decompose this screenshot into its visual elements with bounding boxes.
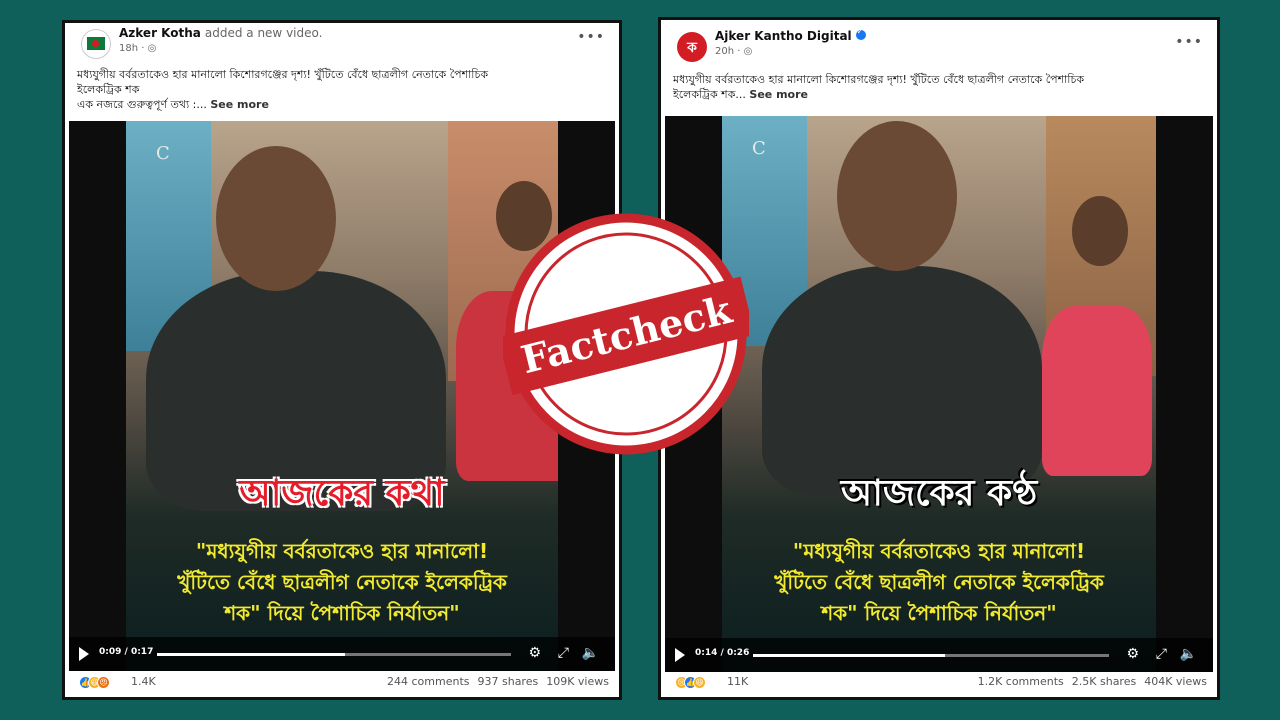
play-icon[interactable]	[79, 647, 89, 661]
post-footer: 😢👍😆 11K 1.2K comments 2.5K shares 404K vie…	[661, 667, 1217, 697]
reaction-count[interactable]: 11K	[727, 675, 748, 688]
shares-count[interactable]: 937 shares	[478, 675, 539, 688]
channel-watermark-icon: C	[752, 138, 766, 159]
post-time[interactable]: 20h · ◎	[715, 46, 752, 57]
comments-count[interactable]: 244 comments	[387, 675, 469, 688]
fullscreen-icon[interactable]: ⤢	[558, 645, 569, 661]
video-progress-bar[interactable]	[753, 654, 1109, 657]
video-time: 0:09 / 0:17	[99, 647, 154, 657]
settings-gear-icon[interactable]: ⚙	[528, 645, 541, 661]
post-footer: 👍😆😠 1.4K 244 comments 937 shares 109K view…	[65, 667, 619, 697]
mute-volume-icon[interactable]: 🔈	[582, 645, 599, 661]
views-count: 109K views	[546, 675, 609, 688]
post-author-line: Azker Kotha added a new video.	[119, 26, 322, 40]
caption-line: ইলেকট্রিক শক... See more	[673, 87, 1203, 102]
settings-gear-icon[interactable]: ⚙	[1126, 646, 1139, 662]
views-count: 404K views	[1144, 675, 1207, 688]
video-banner-title: আজকের কণ্ঠ	[840, 473, 1038, 514]
progress-fill	[157, 653, 345, 656]
post-header: Ajker Kantho Digital 20h · ◎ ••• মধ্যযুগ…	[661, 20, 1217, 120]
headline-line: "মধ্যযুগীয় বর্বরতাকেও হার মানালো!	[792, 539, 1086, 563]
see-more-link[interactable]: See more	[210, 98, 269, 111]
scene-man-head	[837, 121, 957, 271]
factcheck-stamp: Factcheck	[497, 211, 756, 457]
scene-bystander-head	[1072, 196, 1128, 266]
video-headline: "মধ্যযুগীয় বর্বরতাকেও হার মানালো! খুঁটি…	[69, 536, 615, 629]
caption-text: এক নজরে গুরুত্বপূর্ণ তথ্য :...	[77, 98, 207, 111]
headline-line: "মধ্যযুগীয় বর্বরতাকেও হার মানালো!	[195, 539, 489, 563]
reactions-icons[interactable]: 👍😆😠	[79, 675, 110, 689]
post-header: Azker Kotha added a new video. 18h · ◎ ••…	[65, 23, 619, 123]
globe-icon: ◎	[743, 46, 753, 57]
caption-text: ইলেকট্রিক শক...	[673, 88, 746, 101]
post-stats: 1.2K comments 2.5K shares 404K views	[970, 675, 1207, 688]
page-avatar[interactable]	[81, 29, 111, 59]
headline-line: শক" দিয়ে পৈশাচিক নির্যাতন"	[821, 601, 1057, 625]
headline-line: খুঁটিতে বেঁধে ছাত্রলীগ নেতাকে ইলেকট্রিক	[177, 570, 507, 594]
video-controls: 0:09 / 0:17 ⚙ ⤢ 🔈	[69, 637, 615, 671]
caption-line: মধ্যযুগীয় বর্বরতাকেও হার মানালো কিশোরগঞ…	[673, 73, 1085, 86]
channel-watermark-icon: C	[156, 143, 170, 164]
more-options-icon[interactable]: •••	[577, 29, 605, 45]
headline-line: শক" দিয়ে পৈশাচিক নির্যাতন"	[224, 601, 460, 625]
headline-line: খুঁটিতে বেঁধে ছাত্রলীগ নেতাকে ইলেকট্রিক	[774, 570, 1104, 594]
shares-count[interactable]: 2.5K shares	[1072, 675, 1136, 688]
fullscreen-icon[interactable]: ⤢	[1156, 646, 1167, 662]
scene-man-head	[216, 146, 336, 291]
post-time[interactable]: 18h · ◎	[119, 43, 156, 54]
globe-icon: ◎	[147, 43, 157, 54]
time-text: 18h ·	[119, 43, 148, 54]
scene-bystander	[1042, 306, 1152, 476]
reactions-icons[interactable]: 😢👍😆	[675, 675, 706, 689]
video-banner-title: আজকের কথা	[239, 473, 445, 514]
post-stats: 244 comments 937 shares 109K views	[379, 675, 609, 688]
angry-reaction-icon: 😠	[97, 675, 110, 689]
caption-line: এক নজরে গুরুত্বপূর্ণ তথ্য :... See more	[77, 97, 605, 112]
video-headline: "মধ্যযুগীয় বর্বরতাকেও হার মানালো! খুঁটি…	[665, 536, 1213, 629]
scene-man	[762, 266, 1042, 496]
post-action: added a new video.	[204, 26, 323, 40]
see-more-link[interactable]: See more	[749, 88, 808, 101]
more-options-icon[interactable]: •••	[1175, 34, 1203, 50]
caption-line: ইলেকট্রিক শক	[77, 83, 140, 96]
video-progress-bar[interactable]	[157, 653, 511, 656]
author-name[interactable]: Azker Kotha	[119, 26, 201, 40]
time-text: 20h ·	[715, 46, 744, 57]
post-caption: মধ্যযুগীয় বর্বরতাকেও হার মানালো কিশোরগঞ…	[77, 67, 605, 112]
post-caption: মধ্যযুগীয় বর্বরতাকেও হার মানালো কিশোরগঞ…	[673, 72, 1203, 102]
play-icon[interactable]	[675, 648, 685, 662]
reaction-count[interactable]: 1.4K	[131, 675, 156, 688]
comments-count[interactable]: 1.2K comments	[978, 675, 1064, 688]
factcheck-stamp-graphic: Factcheck	[497, 213, 756, 455]
page-avatar[interactable]	[677, 32, 707, 62]
author-name[interactable]: Ajker Kantho Digital	[715, 29, 852, 43]
verified-badge-icon	[855, 27, 866, 40]
video-time: 0:14 / 0:26	[695, 648, 750, 658]
progress-fill	[753, 654, 946, 657]
haha-reaction-icon: 😆	[693, 675, 706, 689]
post-author-line: Ajker Kantho Digital	[715, 27, 866, 43]
caption-line: মধ্যযুগীয় বর্বরতাকেও হার মানালো কিশোরগঞ…	[77, 68, 489, 81]
mute-volume-icon[interactable]: 🔈	[1180, 646, 1197, 662]
